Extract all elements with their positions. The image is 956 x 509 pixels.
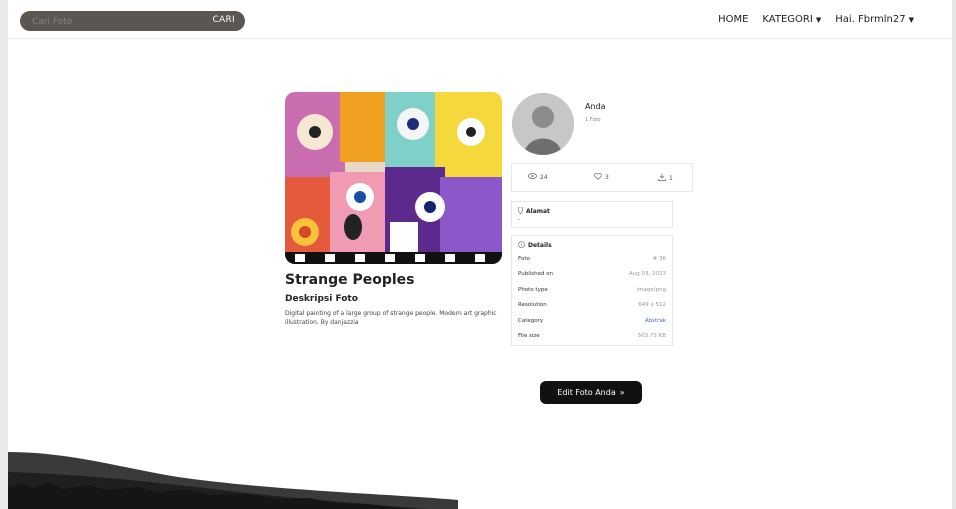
left-frame bbox=[0, 0, 8, 509]
search-button[interactable]: CARI bbox=[212, 15, 235, 25]
detail-key: File size bbox=[518, 333, 540, 339]
photo-description: Digital painting of a large group of str… bbox=[285, 310, 497, 326]
avatar[interactable] bbox=[512, 93, 574, 155]
search-bar: CARI bbox=[20, 11, 245, 31]
detail-row-resolution: Resolution 649 x 512 bbox=[518, 302, 666, 308]
likes-stat[interactable]: 3 bbox=[594, 173, 609, 182]
views-stat: 24 bbox=[528, 173, 548, 181]
nav-category-dropdown[interactable]: KATEGORI ▼ bbox=[762, 14, 821, 25]
edit-photo-button[interactable]: Edit Foto Anda » bbox=[540, 381, 642, 404]
detail-row-foto: Foto # 36 bbox=[518, 256, 666, 262]
nav-home-label: HOME bbox=[718, 14, 749, 25]
author-photo-count: 1 Foto bbox=[585, 117, 601, 123]
right-scrollbar[interactable] bbox=[952, 0, 956, 509]
description-label: Deskripsi Foto bbox=[285, 294, 358, 304]
chevron-down-icon: ▼ bbox=[815, 15, 822, 24]
photo-image bbox=[285, 92, 502, 264]
detail-value: Aug 03, 2023 bbox=[629, 271, 666, 277]
nav-home[interactable]: HOME bbox=[718, 14, 748, 25]
main-nav: HOME KATEGORI ▼ Hai. Fbrmln27 ▼ bbox=[718, 14, 914, 25]
stats-bar: 24 3 1 bbox=[511, 163, 693, 192]
detail-value: # 36 bbox=[652, 256, 666, 262]
detail-key: Category bbox=[518, 318, 544, 324]
details-header: Details bbox=[518, 241, 552, 250]
detail-row-photo-type: Photo type image/png bbox=[518, 287, 666, 293]
edit-photo-label: Edit Foto Anda bbox=[557, 388, 616, 397]
detail-key: Published on bbox=[518, 271, 554, 277]
downloads-count: 1 bbox=[669, 174, 673, 182]
double-chevron-right-icon: » bbox=[619, 388, 625, 397]
detail-key: Foto bbox=[518, 256, 530, 262]
details-label: Details bbox=[528, 242, 552, 249]
likes-count: 3 bbox=[605, 174, 609, 181]
views-count: 24 bbox=[540, 173, 548, 181]
nav-category-label: KATEGORI bbox=[762, 14, 813, 25]
nav-user-label: Hai. Fbrmln27 bbox=[835, 14, 906, 25]
downloads-stat[interactable]: 1 bbox=[658, 173, 673, 183]
decorative-hills bbox=[8, 452, 458, 509]
heart-icon bbox=[594, 173, 602, 182]
chevron-down-icon: ▼ bbox=[908, 15, 914, 24]
detail-row-published: Published on Aug 03, 2023 bbox=[518, 271, 666, 277]
address-label: Alamat bbox=[526, 208, 550, 215]
detail-key: Resolution bbox=[518, 302, 547, 308]
address-card: Alamat - bbox=[511, 201, 673, 228]
detail-key: Photo type bbox=[518, 287, 548, 293]
author-name[interactable]: Anda bbox=[585, 102, 606, 111]
detail-row-category: Category Abstrak bbox=[518, 318, 666, 324]
nav-user-dropdown[interactable]: Hai. Fbrmln27 ▼ bbox=[835, 14, 914, 25]
address-header: Alamat bbox=[517, 206, 550, 216]
details-card: Details Foto # 36 Published on Aug 03, 2… bbox=[511, 235, 673, 346]
search-input[interactable] bbox=[30, 13, 184, 31]
detail-row-file-size: File size 503.73 KB bbox=[518, 333, 666, 339]
category-link[interactable]: Abstrak bbox=[645, 318, 666, 324]
detail-value: image/png bbox=[636, 287, 666, 293]
detail-value: 503.73 KB bbox=[637, 333, 666, 339]
location-pin-icon bbox=[517, 206, 524, 216]
photo-title: Strange Peoples bbox=[285, 272, 415, 288]
detail-value: 649 x 512 bbox=[638, 302, 666, 308]
address-value: - bbox=[518, 216, 521, 223]
download-icon bbox=[658, 173, 666, 183]
eye-icon bbox=[528, 173, 537, 181]
top-navbar: CARI HOME KATEGORI ▼ Hai. Fbrmln27 ▼ bbox=[8, 0, 952, 39]
info-icon bbox=[518, 241, 525, 250]
